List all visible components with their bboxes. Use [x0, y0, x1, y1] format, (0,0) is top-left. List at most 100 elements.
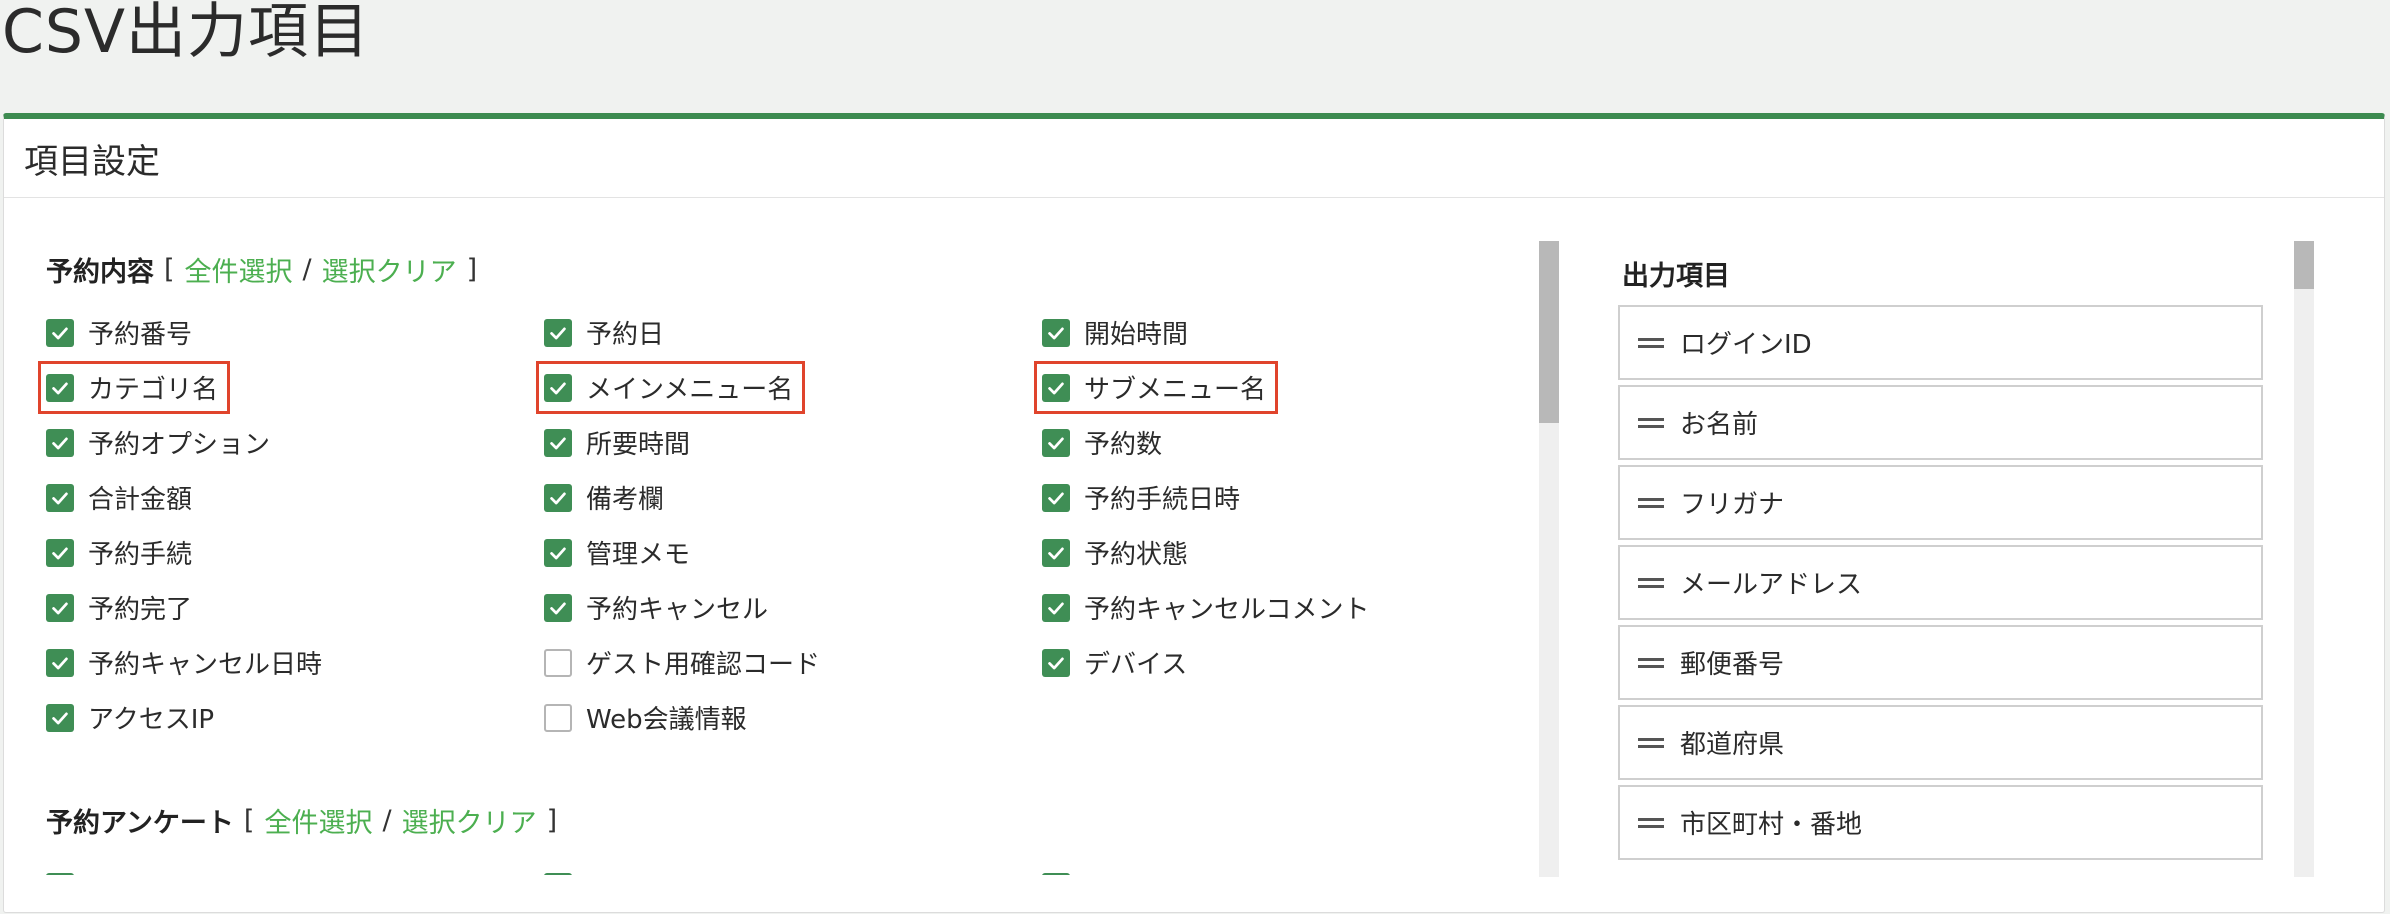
checkbox-item[interactable]: 予約状態	[1042, 525, 1540, 580]
drag-handle-icon[interactable]	[1638, 657, 1664, 668]
checkbox-checked[interactable]	[1042, 318, 1070, 347]
checkbox-checked[interactable]	[46, 428, 74, 457]
field-list-scrollbar[interactable]	[1539, 241, 1559, 877]
check-icon	[52, 437, 68, 449]
drag-handle-icon[interactable]	[1638, 497, 1664, 508]
checkbox-checked[interactable]	[544, 538, 572, 567]
checkbox-checked[interactable]	[544, 428, 572, 457]
output-item[interactable]: メールアドレス	[1618, 545, 2263, 620]
output-item[interactable]: 郵便番号	[1618, 625, 2263, 700]
check-icon	[550, 382, 566, 394]
checkbox-item[interactable]: 予約手続	[46, 525, 544, 580]
checkbox-label: 予約数	[1084, 430, 1163, 460]
reservation-section-label: 予約内容	[46, 257, 154, 288]
checkbox-item[interactable]: 開始時間	[1042, 305, 1540, 360]
checkbox-unchecked[interactable]	[544, 703, 572, 732]
checkbox-checked[interactable]	[46, 593, 74, 622]
check-icon	[550, 437, 566, 449]
checkbox-checked[interactable]	[544, 872, 572, 875]
output-item-label: 郵便番号	[1680, 650, 1785, 680]
checkbox-item[interactable]	[46, 859, 544, 875]
survey-section-label: 予約アンケート	[46, 808, 234, 839]
checkbox-checked[interactable]	[1042, 872, 1070, 875]
checkbox-checked[interactable]	[46, 318, 74, 347]
scrollbar-thumb[interactable]	[1539, 241, 1559, 423]
check-icon	[1048, 437, 1064, 449]
checkbox-checked[interactable]	[1042, 483, 1070, 512]
check-icon	[52, 547, 68, 559]
output-item-list: ログインID お名前 フリガナ メールアドレス郵便番号都道府県 市区町村・番地	[1618, 305, 2263, 865]
checkbox-label: 予約オプション	[88, 430, 271, 460]
drag-handle-icon[interactable]	[1638, 417, 1664, 428]
drag-handle-icon[interactable]	[1638, 817, 1664, 828]
checkbox-item[interactable]: 予約キャンセル日時	[46, 635, 544, 690]
settings-panel: 項目設定 予約内容 [ 全件選択 / 選択クリア ] 予約番号 予約日 開始時間 カテ…	[3, 113, 2385, 913]
checkbox-item[interactable]: 予約手続日時	[1042, 470, 1540, 525]
checkbox-unchecked[interactable]	[544, 648, 572, 677]
checkbox-checked[interactable]	[1042, 428, 1070, 457]
scrollbar-thumb[interactable]	[2294, 241, 2314, 289]
checkbox-item[interactable]: 備考欄	[544, 470, 1042, 525]
checkbox-item[interactable]: ゲスト用確認コード	[544, 635, 1042, 690]
checkbox-item[interactable]: Web会議情報	[544, 690, 1042, 745]
checkbox-item[interactable]: 管理メモ	[544, 525, 1042, 580]
checkbox-checked[interactable]	[544, 318, 572, 347]
reservation-section-title: 予約内容 [ 全件選択 / 選択クリア ]	[46, 250, 487, 289]
checkbox-checked[interactable]	[46, 373, 74, 402]
checkbox-item[interactable]: 合計金額	[46, 470, 544, 525]
reservation-clear-link[interactable]: 選択クリア	[322, 250, 457, 289]
checkbox-item[interactable]: メインメニュー名	[535, 360, 1042, 415]
checkbox-checked[interactable]	[46, 872, 74, 875]
output-list-scrollbar[interactable]	[2294, 241, 2314, 877]
checkbox-item[interactable]: 予約キャンセルコメント	[1042, 580, 1540, 635]
checkbox-checked[interactable]	[1042, 593, 1070, 622]
output-item[interactable]: ログインID	[1618, 305, 2263, 380]
checkbox-label: アクセスIP	[88, 705, 215, 735]
checkbox-item[interactable]: 予約完了	[46, 580, 544, 635]
checkbox-item[interactable]: 予約日	[544, 305, 1042, 360]
checkbox-item[interactable]: 予約キャンセル	[544, 580, 1042, 635]
check-icon	[1048, 492, 1064, 504]
check-icon	[52, 657, 68, 669]
drag-handle-icon[interactable]	[1638, 737, 1664, 748]
survey-clear-link[interactable]: 選択クリア	[402, 801, 537, 840]
checkbox-checked[interactable]	[1042, 538, 1070, 567]
output-item[interactable]: 都道府県	[1618, 705, 2263, 780]
checkbox-item[interactable]: 予約数	[1042, 415, 1540, 470]
output-item[interactable]: 市区町村・番地	[1618, 785, 2263, 860]
checkbox-checked[interactable]	[1042, 373, 1070, 402]
survey-select-all-link[interactable]: 全件選択	[264, 801, 372, 840]
checkbox-item[interactable]: 予約番号	[46, 305, 544, 360]
checkbox-item[interactable]	[1042, 859, 1540, 875]
checkbox-checked[interactable]	[544, 373, 572, 402]
survey-checkbox-grid	[46, 859, 1540, 875]
output-title: 出力項目	[1622, 261, 1730, 292]
checkbox-checked[interactable]	[544, 483, 572, 512]
output-item[interactable]: フリガナ	[1618, 465, 2263, 540]
checkbox-item[interactable]: 所要時間	[544, 415, 1042, 470]
checkbox-checked[interactable]	[46, 703, 74, 732]
checkbox-checked[interactable]	[46, 648, 74, 677]
checkbox-item[interactable]: カテゴリ名	[37, 360, 544, 415]
link-separator: /	[382, 805, 392, 836]
checkbox-item[interactable]: サブメニュー名	[1033, 360, 1540, 415]
drag-handle-icon[interactable]	[1638, 337, 1664, 348]
drag-handle-icon[interactable]	[1638, 577, 1664, 588]
checkbox-checked[interactable]	[544, 593, 572, 622]
checkbox-item[interactable]: デバイス	[1042, 635, 1540, 690]
output-area: 出力項目 ログインID お名前 フリガナ メールアドレス郵便番号都道府県 市区町村・番地	[1618, 199, 2318, 875]
checkbox-item[interactable]: アクセスIP	[46, 690, 544, 745]
link-separator: /	[302, 254, 312, 285]
checkbox-item[interactable]	[544, 859, 1042, 875]
check-icon	[1048, 602, 1064, 614]
checkbox-label: 管理メモ	[586, 540, 691, 570]
checkbox-item[interactable]: 予約オプション	[46, 415, 544, 470]
checkbox-checked[interactable]	[46, 483, 74, 512]
check-icon	[52, 382, 68, 394]
check-icon	[550, 547, 566, 559]
checkbox-checked[interactable]	[1042, 648, 1070, 677]
check-icon	[550, 327, 566, 339]
checkbox-checked[interactable]	[46, 538, 74, 567]
reservation-select-all-link[interactable]: 全件選択	[185, 250, 293, 289]
output-item[interactable]: お名前	[1618, 385, 2263, 460]
